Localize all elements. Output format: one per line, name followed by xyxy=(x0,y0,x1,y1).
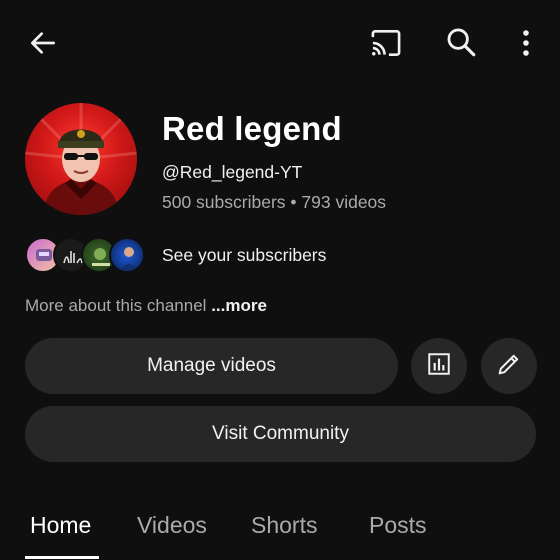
channel-stats: 500 subscribers • 793 videos xyxy=(162,192,387,212)
arrow-left-icon[interactable] xyxy=(24,24,62,62)
edit-channel-button[interactable] xyxy=(481,338,537,394)
tab-videos[interactable]: Videos xyxy=(137,512,207,539)
tab-shorts[interactable]: Shorts xyxy=(251,512,317,539)
channel-tabs: Home Videos Shorts Posts xyxy=(0,500,560,560)
subscriber-avatars[interactable] xyxy=(25,237,150,273)
manage-videos-label: Manage videos xyxy=(147,355,276,376)
channel-handle: @Red_legend-YT xyxy=(162,162,303,182)
more-vertical-icon[interactable] xyxy=(512,24,540,62)
subscriber-avatar xyxy=(109,237,145,273)
tab-posts[interactable]: Posts xyxy=(369,512,427,539)
visit-community-label: Visit Community xyxy=(212,423,349,444)
about-more-link[interactable]: ...more xyxy=(211,296,267,315)
search-icon[interactable] xyxy=(441,22,481,62)
analytics-button[interactable] xyxy=(411,338,467,394)
channel-avatar[interactable] xyxy=(25,103,137,215)
about-text: More about this channel xyxy=(25,296,207,315)
pencil-icon xyxy=(495,350,523,383)
analytics-icon xyxy=(426,351,452,382)
channel-about[interactable]: More about this channel ...more xyxy=(25,296,267,316)
channel-name: Red legend xyxy=(162,110,342,147)
tab-home[interactable]: Home xyxy=(30,512,91,539)
visit-community-button[interactable]: Visit Community xyxy=(25,406,536,462)
see-subscribers-link[interactable]: See your subscribers xyxy=(162,245,326,266)
cast-icon[interactable] xyxy=(366,24,406,62)
manage-videos-button[interactable]: Manage videos xyxy=(25,338,398,394)
active-tab-indicator xyxy=(25,556,99,559)
